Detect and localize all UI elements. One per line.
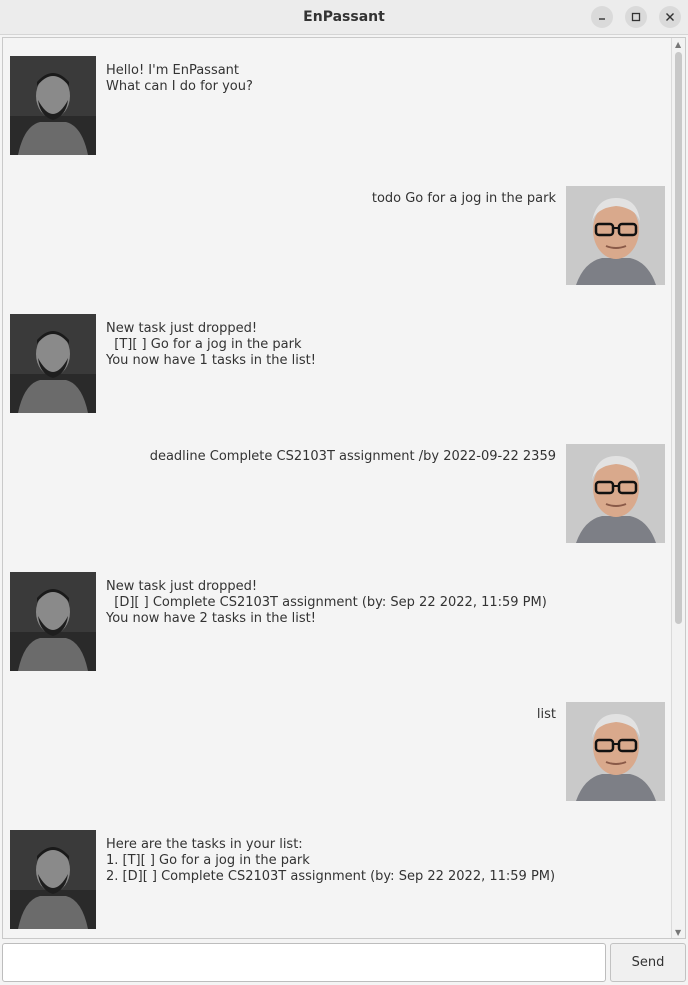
close-button[interactable] — [659, 6, 681, 28]
title-bar: EnPassant — [0, 0, 688, 35]
bot-avatar — [10, 572, 96, 671]
maximize-icon — [631, 12, 641, 22]
vertical-scrollbar[interactable]: ▲ ▼ — [671, 38, 685, 938]
user-avatar — [566, 702, 665, 801]
user-message: list — [536, 707, 556, 722]
maximize-button[interactable] — [625, 6, 647, 28]
bot-message: Hello! I'm EnPassant What can I do for y… — [106, 63, 253, 94]
bot-message: New task just dropped! [T][ ] Go for a j… — [106, 321, 316, 368]
message-input[interactable] — [2, 943, 606, 982]
bot-message: New task just dropped! [D][ ] Complete C… — [106, 579, 547, 626]
close-icon — [666, 13, 674, 21]
scroll-down-icon[interactable]: ▼ — [675, 928, 681, 937]
chat-scroll-pane[interactable]: Hello! I'm EnPassant What can I do for y… — [2, 37, 686, 939]
bot-avatar — [10, 56, 96, 155]
input-bar: Send — [0, 940, 688, 985]
user-message: todo Go for a jog in the park — [371, 191, 556, 206]
scrollbar-thumb[interactable] — [675, 52, 682, 624]
scroll-up-icon[interactable]: ▲ — [675, 40, 681, 49]
send-button[interactable]: Send — [610, 943, 686, 982]
window-title: EnPassant — [303, 9, 385, 25]
minimize-button[interactable] — [591, 6, 613, 28]
user-avatar — [566, 186, 665, 285]
bot-message: Here are the tasks in your list: 1. [T][… — [106, 837, 556, 884]
user-message: deadline Complete CS2103T assignment /by… — [149, 449, 556, 464]
bot-avatar — [10, 830, 96, 929]
user-avatar — [566, 444, 665, 543]
bot-avatar — [10, 314, 96, 413]
minimize-icon — [599, 18, 605, 20]
